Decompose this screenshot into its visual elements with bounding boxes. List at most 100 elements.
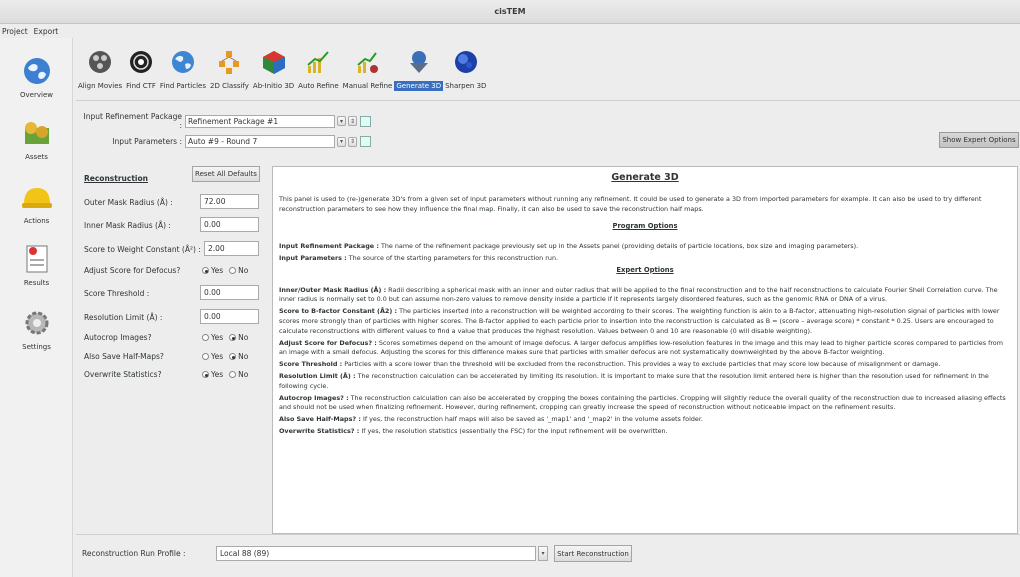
menu-bar: Project Export [0, 24, 1020, 38]
image-preview-icon[interactable] [360, 136, 371, 147]
inner-mask-label: Inner Mask Radius (Å) : [84, 221, 171, 230]
menu-project[interactable]: Project [2, 27, 28, 36]
score-weight-input[interactable]: 2.00 [204, 241, 259, 256]
chart-icon [307, 51, 330, 73]
sidebar-item-assets[interactable]: Assets [0, 118, 73, 161]
help-panel: Generate 3D This panel is used to (re-)g… [272, 166, 1018, 534]
program-options-heading: Program Options [612, 222, 678, 231]
tool-find-particles[interactable]: Find Particles [158, 48, 208, 98]
radio-no[interactable] [229, 353, 237, 360]
help-item: Adjust Score for Defocus? : Scores somet… [279, 338, 1003, 357]
parameters-row: Input Parameters : Auto #9 - Round 7 ▾ ⇕ [82, 135, 371, 148]
help-item: Overwrite Statistics? : If yes, the reso… [279, 426, 668, 435]
help-item: Autocrop Images? : The reconstruction ca… [279, 393, 1006, 412]
radio-yes[interactable] [202, 353, 209, 360]
sidebar-label-settings: Settings [22, 343, 51, 351]
help-item: Input Refinement Package : The name of t… [279, 242, 859, 251]
tool-generate-3d[interactable]: Generate 3D [394, 48, 444, 98]
overwrite-radio: Yes No [202, 370, 248, 379]
help-title: Generate 3D [611, 172, 679, 183]
sidebar-label-results: Results [23, 279, 50, 287]
combo-dropdown-icon[interactable]: ▾ [337, 116, 346, 126]
combo-spin-icon[interactable]: ⇕ [348, 136, 357, 147]
help-intro: This panel is used to (re-)generate 3D's… [279, 194, 982, 213]
hardhat-icon [21, 188, 52, 208]
sidebar-label-assets: Assets [25, 153, 48, 161]
globe-icon [171, 51, 194, 73]
gears-icon [25, 311, 48, 335]
chart-manual-icon [356, 52, 378, 73]
score-weight-label: Score to Weight Constant (Å²) : [84, 245, 201, 254]
help-item: Inner/Outer Mask Radius (Å) : Radii desc… [279, 285, 998, 304]
sidebar-item-overview[interactable]: Overview [0, 56, 73, 99]
generate-icon [409, 51, 428, 73]
chevron-down-icon[interactable]: ▾ [538, 546, 548, 561]
tool-auto-refine[interactable]: Auto Refine [296, 48, 341, 98]
reset-defaults-button[interactable]: Reset All Defaults [192, 166, 260, 182]
combo-dropdown-icon[interactable]: ▾ [337, 136, 346, 147]
menu-export[interactable]: Export [34, 27, 59, 36]
tool-2d-classify[interactable]: 2D Classify [208, 48, 251, 98]
tool-manual-refine[interactable]: Manual Refine [341, 48, 395, 98]
ctf-icon [130, 51, 153, 73]
results-icon [26, 245, 47, 273]
sphere-icon [454, 51, 477, 73]
start-reconstruction-button[interactable]: Start Reconstruction [554, 545, 632, 562]
sidebar-item-settings[interactable]: Settings [0, 308, 73, 351]
run-profile-combo[interactable]: Local 88 (89) [216, 546, 536, 561]
adjust-defocus-radio: Yes No [202, 266, 248, 275]
overwrite-label: Overwrite Statistics? [84, 370, 162, 379]
film-icon [89, 51, 112, 73]
refinement-package-combo[interactable]: Refinement Package #1 [185, 114, 335, 128]
cube-icon [262, 51, 285, 74]
run-profile-label: Reconstruction Run Profile : [82, 549, 186, 558]
tool-align-movies[interactable]: Align Movies [76, 48, 124, 98]
radio-no[interactable] [229, 267, 237, 274]
hierarchy-icon [219, 51, 240, 74]
autocrop-label: Autocrop Images? [84, 333, 152, 342]
autocrop-radio: Yes No [202, 333, 248, 342]
refinement-package-label: Input Refinement Package : [83, 112, 182, 130]
expert-options-heading: Expert Options [616, 265, 674, 274]
tool-sharpen-3d[interactable]: Sharpen 3D [443, 48, 488, 98]
tool-ab-initio-3d[interactable]: Ab-Initio 3D [251, 48, 296, 98]
radio-yes[interactable] [202, 334, 209, 341]
half-maps-radio: Yes No [202, 352, 248, 361]
coins-icon [24, 122, 49, 144]
radio-yes[interactable] [202, 267, 209, 274]
sidebar: Overview Assets Actions Results Settings [0, 38, 73, 577]
radio-no[interactable] [229, 371, 237, 378]
sidebar-label-actions: Actions [23, 217, 50, 225]
help-item: Resolution Limit (Å) : The reconstructio… [279, 371, 989, 390]
main-content: Align Movies Find CTF Find Particles 2D … [76, 40, 1020, 577]
parameters-label: Input Parameters : [112, 137, 182, 146]
help-item: Score Threshold : Particles with a score… [279, 360, 941, 369]
resolution-limit-input[interactable]: 0.00 [200, 309, 259, 324]
sidebar-item-results[interactable]: Results [0, 244, 73, 287]
show-expert-options-button[interactable]: Show Expert Options [939, 132, 1019, 148]
toolbar-separator [76, 100, 1020, 101]
globe-icon [23, 58, 50, 84]
radio-yes[interactable] [202, 371, 209, 378]
combo-spin-icon[interactable]: ⇕ [348, 116, 357, 126]
parameters-combo[interactable]: Auto #9 - Round 7 [185, 135, 335, 148]
reconstruction-heading: Reconstruction [84, 174, 148, 183]
run-bar: Reconstruction Run Profile : Local 88 (8… [76, 534, 1020, 577]
refinement-package-row: Input Refinement Package : Refinement Pa… [82, 112, 371, 130]
outer-mask-input[interactable]: 72.00 [200, 194, 259, 209]
radio-no[interactable] [229, 334, 237, 341]
adjust-defocus-label: Adjust Score for Defocus? [84, 266, 181, 275]
action-toolbar: Align Movies Find CTF Find Particles 2D … [76, 48, 488, 98]
inner-mask-input[interactable]: 0.00 [200, 217, 259, 232]
sidebar-item-actions[interactable]: Actions [0, 184, 73, 225]
tool-find-ctf[interactable]: Find CTF [124, 48, 158, 98]
score-threshold-label: Score Threshold : [84, 289, 150, 298]
help-item: Also Save Half-Maps? : If yes, the recon… [279, 415, 703, 424]
help-item: Input Parameters : The source of the sta… [279, 253, 559, 262]
sidebar-label-overview: Overview [20, 91, 53, 99]
reconstruction-panel: Reconstruction Reset All Defaults Outer … [78, 160, 263, 550]
help-item: Score to B-factor Constant (Å2) : The pa… [279, 307, 1000, 335]
image-preview-icon[interactable] [360, 115, 371, 127]
window-title: cisTEM [0, 0, 1020, 24]
score-threshold-input[interactable]: 0.00 [200, 285, 259, 300]
